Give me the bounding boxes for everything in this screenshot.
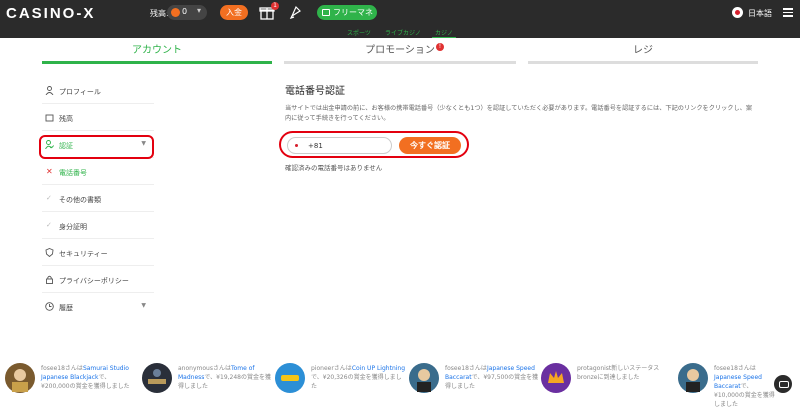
winner-name: fosee18さんは <box>714 365 756 372</box>
country-code: +81 <box>308 142 323 150</box>
top-bar: CASINO-X 残高: 0 ▾ 入金 1 フリーマネー 日本語 <box>0 0 800 32</box>
sidebar-subitem-phone[interactable]: ✕ 電話番号 <box>42 158 154 185</box>
game-link[interactable]: Coin UP Lightning <box>352 365 405 372</box>
subnav-sports[interactable]: スポーツ <box>344 28 374 37</box>
check-icon: ✓ <box>46 221 52 229</box>
sidebar-item-label: セキュリティー <box>59 250 108 258</box>
sidebar-item-balance[interactable]: 残高 <box>42 104 154 131</box>
phone-input[interactable]: +81 <box>287 137 392 154</box>
sub-nav: スポーツ ライブカジノ カジノ <box>0 26 800 38</box>
account-sidebar: プロフィール 残高 認証 ▼ ✕ 電話番号 ✓ その他の書類 ✓ 身分証明 セキ… <box>42 77 154 320</box>
winner-item[interactable]: fosee18さんはJapanese Speed Baccaratで、¥97,5… <box>409 361 544 397</box>
winners-ticker: fosee18さんはSamurai Studio Japanese Blackj… <box>0 355 800 408</box>
user-icon <box>45 86 54 95</box>
language-selector[interactable]: 日本語 <box>748 8 772 19</box>
highlight-verification <box>39 135 154 159</box>
subnav-live-casino[interactable]: ライブカジノ <box>382 28 424 37</box>
deposit-button[interactable]: 入金 <box>220 5 248 20</box>
winner-name: fosee18さんは <box>445 365 487 372</box>
game-thumbnail <box>678 363 708 393</box>
wallet-icon <box>322 9 330 16</box>
lock-icon <box>46 275 53 284</box>
logo[interactable]: CASINO-X <box>6 5 95 22</box>
japan-flag-icon[interactable] <box>732 7 743 18</box>
gift-badge: 1 <box>271 2 279 10</box>
rocket-icon[interactable] <box>289 5 303 19</box>
subnav-casino[interactable]: カジノ <box>432 28 456 38</box>
free-money-button[interactable]: フリーマネー <box>317 5 377 32</box>
coin-icon <box>171 8 180 17</box>
winner-item[interactable]: pioneerさんはCoin UP Lightning で、¥20,326の賞金を… <box>275 361 410 397</box>
tab-label: プロモーション <box>365 45 435 56</box>
tab-account[interactable]: アカウント <box>42 38 272 64</box>
status-badge-icon <box>541 363 571 393</box>
game-thumbnail <box>409 363 439 393</box>
clock-icon <box>45 302 54 311</box>
winner-item[interactable]: fosee18さんはSamurai Studio Japanese Blackj… <box>5 361 140 397</box>
winner-name: anonymousさんは <box>178 365 231 372</box>
wallet-icon <box>45 114 54 122</box>
sidebar-item-privacy[interactable]: プライバシーポリシー <box>42 266 154 293</box>
win-detail: で、¥20,326の賞金を獲得しました <box>311 374 402 390</box>
winner-item[interactable]: anonymousさんはTome of Madnessで、¥19,248の賞金を… <box>142 361 277 397</box>
chevron-down-icon: ▼ <box>141 302 146 309</box>
tab-promotions[interactable]: プロモーション <box>284 38 516 64</box>
sidebar-item-label: 残高 <box>59 115 73 123</box>
sidebar-item-history[interactable]: 履歴 ▼ <box>42 293 154 320</box>
balance-dropdown[interactable]: 0 ▾ <box>167 5 207 20</box>
balance-label: 残高: <box>150 9 169 18</box>
check-icon: ✓ <box>46 194 52 202</box>
chevron-down-icon: ▾ <box>197 6 202 15</box>
page-title: 電話番号認証 <box>285 86 345 97</box>
japan-flag-icon[interactable] <box>294 143 300 148</box>
no-verified-phone-text: 確認済みの電話番号はありません <box>285 164 383 172</box>
game-link[interactable]: Japanese Speed Baccarat <box>714 374 762 390</box>
sidebar-item-profile[interactable]: プロフィール <box>42 77 154 104</box>
winner-name: pioneerさんは <box>311 365 352 372</box>
tab-cashier[interactable]: レジ <box>528 38 758 64</box>
tab-label: レジ <box>633 45 653 56</box>
sidebar-item-security[interactable]: セキュリティー <box>42 239 154 266</box>
balance-value: 0 <box>182 7 188 16</box>
sidebar-subitem-identity[interactable]: ✓ 身分証明 <box>42 212 154 239</box>
winner-name: protagonist <box>577 365 612 372</box>
sidebar-item-label: その他の書類 <box>59 196 101 204</box>
account-tabs: アカウント プロモーション レジ <box>42 38 758 64</box>
sidebar-item-label: 履歴 <box>59 304 73 312</box>
winner-name: fosee18さんは <box>41 365 83 372</box>
game-thumbnail <box>142 363 172 393</box>
page-description: 当サイトでは出金申請の前に、お客様の携帯電話番号（少なくとも1つ）を認証していた… <box>285 105 753 122</box>
sidebar-item-label: 身分証明 <box>59 223 87 231</box>
sidebar-item-label: プロフィール <box>59 88 101 96</box>
hamburger-menu-icon[interactable] <box>783 8 793 17</box>
winner-item[interactable]: protagonist新しいステータスbronzeに到達しました <box>541 361 676 397</box>
sidebar-item-label: 電話番号 <box>59 169 87 177</box>
tab-label: アカウント <box>132 45 182 56</box>
sidebar-subitem-other-docs[interactable]: ✓ その他の書類 <box>42 185 154 212</box>
promotion-badge: ! <box>436 43 444 51</box>
winner-item[interactable]: fosee18さんはJapanese Speed Baccaratで、¥10,0… <box>678 361 778 408</box>
verify-now-button[interactable]: 今すぐ認証 <box>399 137 461 154</box>
chat-icon[interactable] <box>774 375 792 393</box>
game-thumbnail <box>275 363 305 393</box>
sidebar-item-label: プライバシーポリシー <box>59 277 129 285</box>
shield-icon <box>45 248 54 257</box>
cross-icon: ✕ <box>46 167 53 176</box>
game-thumbnail <box>5 363 35 393</box>
